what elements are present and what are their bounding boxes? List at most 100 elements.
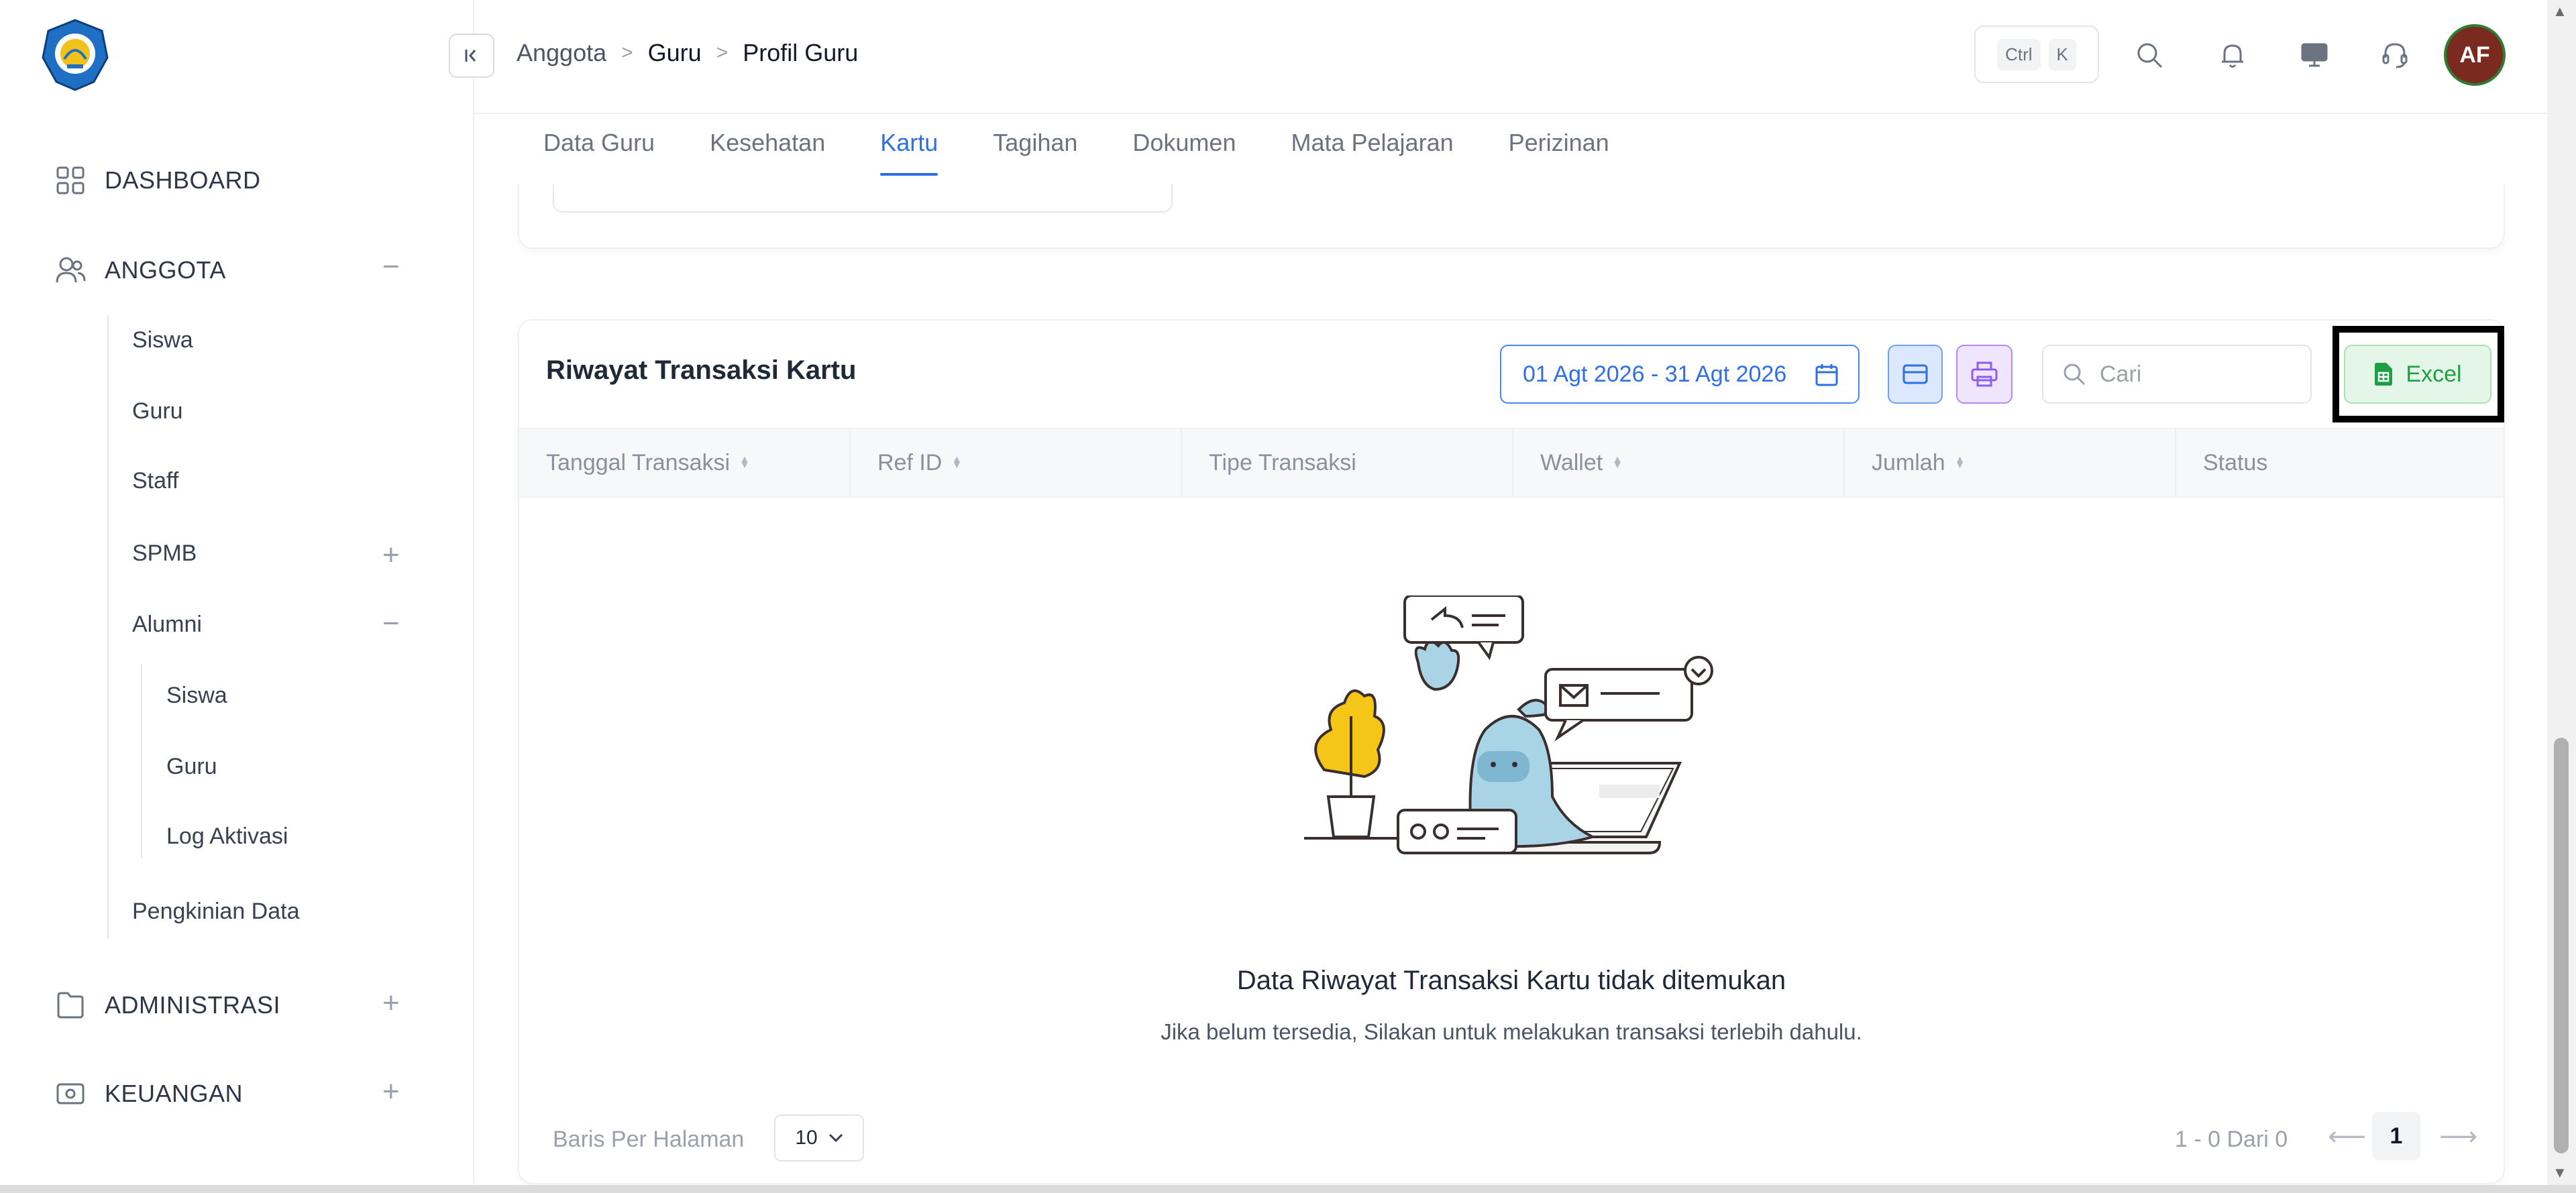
- empty-state-subtitle: Jika belum tersedia, Silakan untuk melak…: [1161, 1019, 1862, 1044]
- sidebar-dashboard[interactable]: DASHBOARD: [54, 164, 261, 197]
- bell-icon[interactable]: [2212, 35, 2253, 75]
- folder-icon: [54, 988, 87, 1022]
- users-icon: [54, 253, 87, 287]
- transaction-history-card: Riwayat Transaksi Kartu 01 Agt 2026 - 31…: [518, 319, 2505, 1184]
- column-tanggal-transaksi[interactable]: Tanggal Transaksi ▲ ▼: [519, 429, 851, 496]
- column-jumlah[interactable]: Jumlah ▲ ▼: [1845, 429, 2176, 496]
- pagination-next-arrow-icon[interactable]: ⟶: [2439, 1121, 2477, 1152]
- grid-icon: [54, 164, 87, 197]
- breadcrumb-guru[interactable]: Guru: [648, 39, 702, 67]
- date-range-picker[interactable]: 01 Agt 2026 - 31 Agt 2026: [1500, 345, 1860, 404]
- column-ref-id[interactable]: Ref ID ▲ ▼: [851, 429, 1182, 496]
- sidebar-item-alumni[interactable]: Alumni: [132, 612, 202, 638]
- rows-per-page-value: 10: [795, 1127, 818, 1149]
- profile-tabs: Data Guru Kesehatan Kartu Tagihan Dokume…: [543, 129, 1664, 176]
- scrollbar-thumb[interactable]: [2554, 738, 2569, 1153]
- sidebar-keuangan-label: KEUANGAN: [105, 1080, 244, 1107]
- column-label: Tipe Transaksi: [1209, 449, 1356, 475]
- print-button[interactable]: [1956, 345, 2012, 404]
- breadcrumb: Anggota > Guru > Profil Guru: [517, 39, 858, 67]
- card-info-bottom: [518, 184, 2505, 249]
- tut-wuri-handayani-logo[interactable]: [38, 17, 113, 93]
- scroll-down-icon[interactable]: ▼: [2553, 1164, 2567, 1182]
- card-view-button[interactable]: [1888, 345, 1943, 404]
- column-label: Wallet: [1540, 449, 1603, 475]
- table-header: Tanggal Transaksi ▲ ▼ Ref ID ▲ ▼ Tipe Transa…: [519, 428, 2504, 498]
- sidebar-administrasi[interactable]: ADMINISTRASI: [54, 988, 280, 1022]
- search-icon[interactable]: [2129, 35, 2169, 75]
- collapse-icon: [465, 50, 476, 62]
- monitor-icon[interactable]: [2294, 35, 2334, 75]
- printer-icon: [1971, 361, 1998, 387]
- column-label: Status: [2203, 449, 2268, 475]
- scroll-up-icon[interactable]: ▲: [2553, 3, 2567, 20]
- pagination-current-page[interactable]: 1: [2372, 1112, 2420, 1160]
- sidebar-anggota-label: ANGGOTA: [105, 256, 226, 284]
- sidebar-item-pengkinian-data[interactable]: Pengkinian Data: [132, 899, 300, 925]
- sidebar-item-guru[interactable]: Guru: [132, 398, 183, 424]
- rows-per-page-label: Baris Per Halaman: [553, 1127, 745, 1152]
- excel-label: Excel: [2406, 361, 2462, 387]
- chevron-right-icon: >: [716, 42, 729, 64]
- chevron-right-icon: >: [621, 42, 633, 64]
- credit-card-icon: [1902, 364, 1928, 384]
- date-range-value: 01 Agt 2026 - 31 Agt 2026: [1523, 361, 1787, 387]
- tab-tagihan[interactable]: Tagihan: [993, 129, 1077, 176]
- breadcrumb-profil-guru: Profil Guru: [743, 39, 859, 66]
- column-label: Jumlah: [1872, 449, 1945, 475]
- tree-line: [107, 315, 109, 939]
- column-wallet[interactable]: Wallet ▲ ▼: [1513, 429, 1845, 496]
- anggota-collapse-toggle[interactable]: −: [382, 252, 400, 282]
- sidebar-keuangan[interactable]: KEUANGAN: [54, 1077, 243, 1111]
- keuangan-expand-toggle[interactable]: +: [382, 1077, 400, 1106]
- sidebar-item-spmb[interactable]: SPMB: [132, 541, 197, 567]
- card-inner-box: [553, 184, 1173, 213]
- page-scrollbar[interactable]: ▲ ▼: [2547, 0, 2576, 1185]
- kbd-k: K: [2048, 38, 2076, 70]
- sidebar-dashboard-label: DASHBOARD: [105, 166, 261, 194]
- sidebar-anggota[interactable]: ANGGOTA: [54, 253, 226, 287]
- sort-icon: ▲ ▼: [1612, 454, 1623, 471]
- sidebar-item-alumni-guru[interactable]: Guru: [166, 754, 217, 780]
- column-tipe-transaksi: Tipe Transaksi: [1182, 429, 1513, 496]
- pagination-prev-arrow-icon[interactable]: ⟵: [2328, 1121, 2366, 1152]
- administrasi-expand-toggle[interactable]: +: [382, 988, 400, 1018]
- spmb-expand-toggle[interactable]: +: [382, 541, 400, 570]
- tab-data-guru[interactable]: Data Guru: [543, 129, 655, 176]
- sidebar-item-alumni-siswa[interactable]: Siswa: [166, 683, 227, 709]
- tab-perizinan[interactable]: Perizinan: [1509, 129, 1609, 176]
- chevron-down-icon: [828, 1133, 843, 1143]
- sidebar-item-log-aktivasi[interactable]: Log Aktivasi: [166, 823, 288, 850]
- search-icon: [2063, 363, 2086, 386]
- command-palette-shortcut[interactable]: Ctrl K: [1974, 25, 2099, 83]
- export-excel-button[interactable]: Excel: [2344, 345, 2491, 404]
- excel-file-icon: [2375, 363, 2393, 386]
- kbd-ctrl: Ctrl: [1997, 38, 2041, 70]
- sort-icon: ▲ ▼: [951, 454, 963, 471]
- alumni-collapse-toggle[interactable]: −: [382, 609, 400, 638]
- sidebar-administrasi-label: ADMINISTRASI: [105, 991, 281, 1019]
- collapse-sidebar-button[interactable]: [449, 34, 494, 78]
- sidebar-item-siswa[interactable]: Siswa: [132, 327, 193, 353]
- sort-icon: ▲ ▼: [1954, 454, 1966, 471]
- empty-state-illustration: [1304, 595, 1713, 854]
- column-status: Status: [2176, 429, 2504, 496]
- column-label: Ref ID: [877, 449, 943, 475]
- sidebar: DASHBOARD ANGGOTA − Siswa Guru Staff SPM…: [0, 0, 474, 1185]
- search-input[interactable]: Cari: [2042, 345, 2312, 404]
- card-title: Riwayat Transaksi Kartu: [546, 355, 857, 385]
- tree-line-alumni: [141, 664, 142, 858]
- tab-mata-pelajaran[interactable]: Mata Pelajaran: [1291, 129, 1453, 176]
- rows-per-page-select[interactable]: 10: [774, 1115, 864, 1161]
- search-placeholder: Cari: [2100, 361, 2142, 387]
- calendar-icon: [1814, 362, 1839, 394]
- avatar[interactable]: AF: [2444, 24, 2506, 86]
- breadcrumb-anggota[interactable]: Anggota: [517, 39, 606, 67]
- tab-kesehatan[interactable]: Kesehatan: [710, 129, 825, 176]
- tab-kartu[interactable]: Kartu: [880, 129, 938, 176]
- headset-icon[interactable]: [2375, 35, 2415, 75]
- sidebar-item-staff[interactable]: Staff: [132, 468, 178, 494]
- tab-dokumen[interactable]: Dokumen: [1132, 129, 1236, 176]
- wallet-icon: [54, 1077, 87, 1111]
- sort-icon: ▲ ▼: [739, 454, 750, 471]
